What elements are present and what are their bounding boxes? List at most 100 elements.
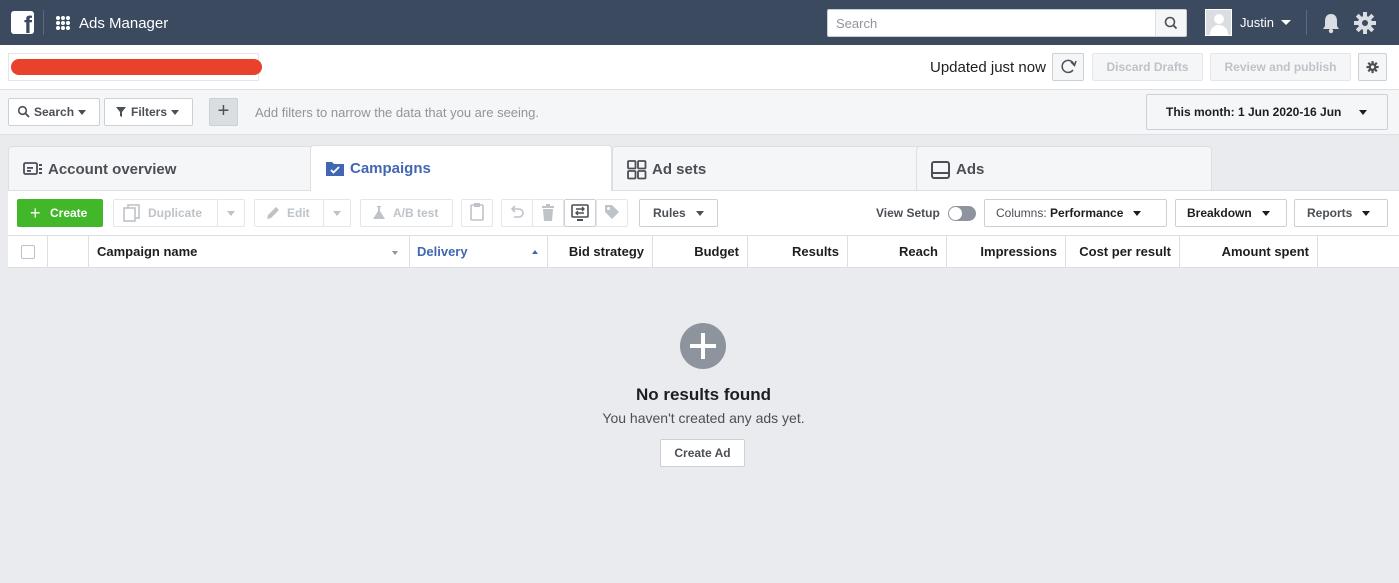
chevron-down-icon [227,211,235,217]
view-setup-label: View Setup [876,206,940,220]
review-and-publish-button[interactable]: Review and publish [1210,53,1351,81]
column-label: Reach [898,244,938,259]
tab-campaigns[interactable]: Campaigns [310,145,612,191]
create-button[interactable]: + Create [17,199,103,227]
empty-state-title: No results found [635,385,772,404]
refresh-button[interactable] [1052,53,1084,81]
plus-icon: + [217,100,230,122]
global-search-input[interactable] [828,10,1156,36]
tag-button[interactable] [596,199,628,227]
column-impressions[interactable]: Impressions [947,236,1066,268]
view-setup-toggle[interactable] [948,206,976,221]
plus-circle-icon [680,323,726,369]
breakdown-label: Breakdown [1187,206,1252,220]
chevron-down-icon [1261,211,1270,217]
page-edge [0,135,8,583]
ab-test-button[interactable]: A/B test [360,199,453,227]
plus-icon: + [30,203,41,223]
column-budget[interactable]: Budget [653,236,748,268]
clipboard-button[interactable] [461,199,493,227]
undo-icon [510,205,524,218]
compare-button[interactable] [564,199,596,227]
chevron-down-icon [78,110,87,116]
search-button[interactable] [1155,10,1186,36]
tab-account-overview[interactable]: Account overview [8,146,313,190]
columns-dropdown[interactable]: Columns: Performance [984,199,1167,227]
filter-hint: Add filters to narrow the data that you … [255,105,540,120]
tag-icon [605,205,619,219]
notifications-bell-icon[interactable] [1321,12,1341,34]
rules-button[interactable]: Rules [639,199,718,227]
column-label: Amount spent [1221,244,1309,259]
filters-label: Filters [131,105,168,119]
filter-funnel-icon [116,107,126,117]
column-bid-strategy[interactable]: Bid strategy [548,236,653,268]
update-status: Updated just now [930,59,1046,76]
filters-button[interactable]: Filters [104,98,193,126]
ad-sets-grid-icon [627,160,647,180]
app-title[interactable]: Ads Manager [79,15,168,32]
account-overview-icon [23,162,42,175]
divider [1306,10,1307,35]
undo-button[interactable] [501,199,533,227]
gear-icon [1366,61,1379,74]
sort-ascending-icon [532,250,538,254]
create-ad-button[interactable]: Create Ad [660,439,745,467]
tab-ads[interactable]: Ads [916,146,1212,190]
settings-gear-icon[interactable] [1354,12,1376,34]
account-bar: Updated just now Discard Drafts Review a… [0,45,1399,90]
chevron-down-icon[interactable] [1281,20,1291,25]
chevron-down-icon [695,211,704,217]
rules-label: Rules [653,206,686,220]
duplicate-icon [123,204,140,222]
campaign-toolbar: + Create Duplicate Edit A/B test Rules V… [8,190,1399,235]
facebook-logo-icon[interactable]: f [11,11,34,34]
column-label: Budget [694,244,739,259]
column-campaign-name[interactable]: Campaign name [89,236,410,268]
avatar[interactable] [1205,9,1232,36]
create-label: Create [50,206,88,220]
add-filter-button[interactable]: + [209,98,238,126]
column-label: Delivery [417,244,468,259]
sort-icon [392,251,398,255]
discard-drafts-button[interactable]: Discard Drafts [1092,53,1203,81]
duplicate-menu-button[interactable] [217,199,245,227]
column-reach[interactable]: Reach [848,236,947,268]
trash-icon [542,204,554,221]
tab-label: Ads [956,161,985,178]
edit-menu-button[interactable] [323,199,351,227]
search-filter-label: Search [34,105,75,119]
delete-button[interactable] [532,199,564,227]
settings-button[interactable] [1358,53,1387,81]
reports-dropdown[interactable]: Reports [1294,199,1388,227]
redacted-account-name [11,59,262,75]
clipboard-icon [470,203,484,221]
column-cost-per-result[interactable]: Cost per result [1066,236,1180,268]
column-results[interactable]: Results [748,236,848,268]
flask-icon [373,206,385,219]
chevron-down-icon [1362,211,1371,217]
status-column [48,236,89,268]
app-menu-grid-icon[interactable] [56,16,70,30]
ads-icon [931,161,950,179]
chevron-down-icon [1359,110,1367,115]
search-filter-button[interactable]: Search [8,98,100,126]
duplicate-button[interactable]: Duplicate [113,199,218,227]
select-all-checkbox[interactable] [21,245,35,259]
reports-label: Reports [1307,206,1353,220]
compare-icon [571,204,589,221]
date-range-label: This month: 1 Jun 2020-16 Jun [1166,105,1342,119]
account-selector[interactable] [8,53,262,81]
date-range-picker[interactable]: This month: 1 Jun 2020-16 Jun [1146,94,1388,130]
user-name[interactable]: Justin [1240,15,1274,30]
edit-button[interactable]: Edit [254,199,324,227]
columns-prefix: Columns: [996,206,1047,220]
column-label: Results [792,244,839,259]
empty-state: No results found You haven't created any… [8,268,1399,583]
empty-state-subtitle: You haven't created any ads yet. [602,410,805,426]
breakdown-dropdown[interactable]: Breakdown [1175,199,1287,227]
tab-ad-sets[interactable]: Ad sets [612,146,922,190]
column-amount-spent[interactable]: Amount spent [1180,236,1318,268]
refresh-icon [1061,59,1077,74]
column-delivery[interactable]: Delivery [410,236,548,268]
